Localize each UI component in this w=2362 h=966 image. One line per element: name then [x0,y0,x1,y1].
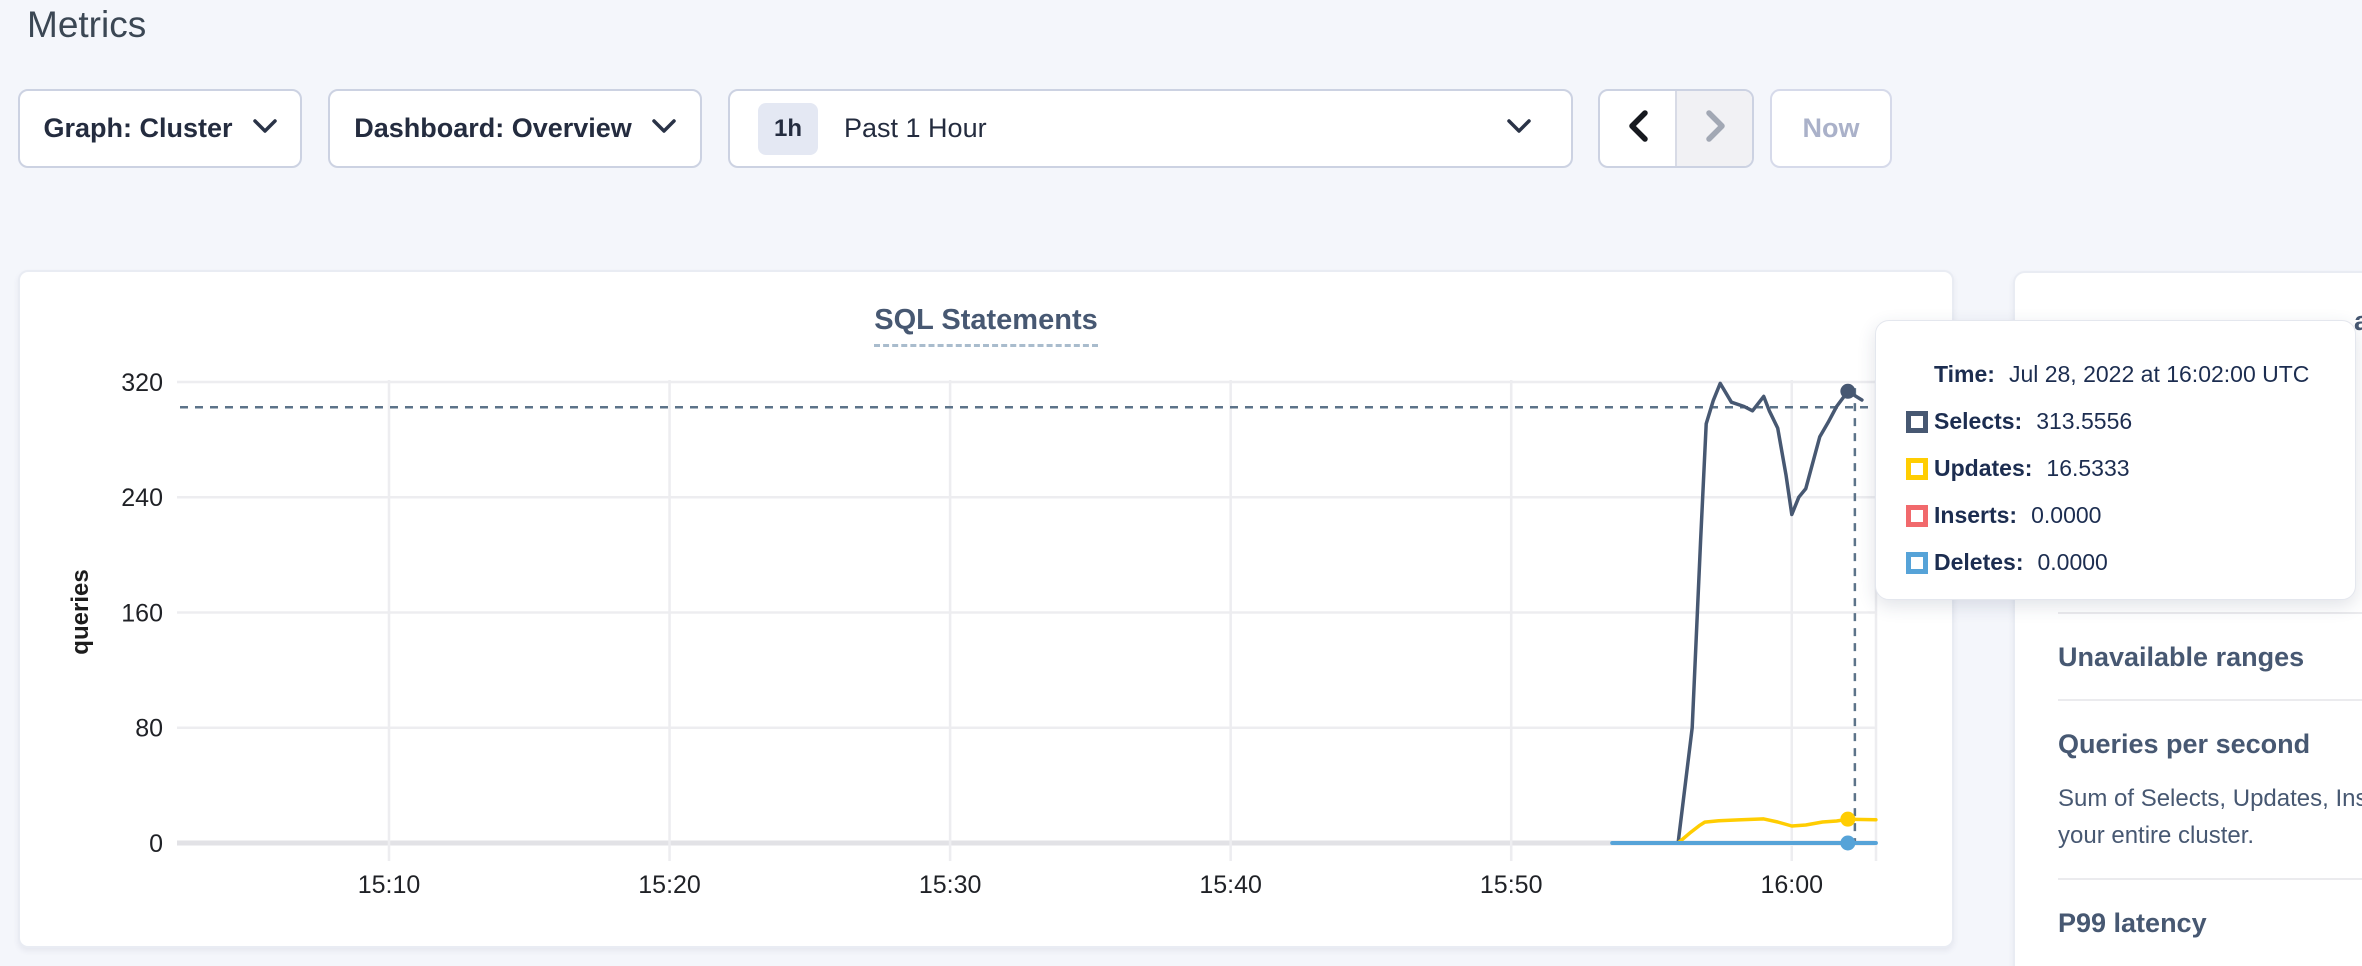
y-axis-label: queries [67,569,94,654]
tooltip-series-label: Updates: [1934,455,2032,481]
graph-dropdown[interactable]: Graph: Cluster [18,89,302,168]
series-color-swatch [1906,505,1928,527]
tooltip-series-value: 313.5556 [2036,408,2132,434]
time-range-label: Past 1 Hour [844,113,987,144]
now-button: Now [1770,89,1892,168]
time-step-buttons [1598,89,1754,168]
tooltip-row-selects: Selects: 313.5556 [1876,398,2355,445]
time-range-badge: 1h [758,103,818,155]
y-tick-label: 0 [149,830,163,858]
chevron-right-icon [1701,108,1729,149]
metrics-page: Metrics Graph: Cluster Dashboard: Overvi… [0,0,2362,966]
time-range-dropdown[interactable]: 1h Past 1 Hour [728,89,1573,168]
sidebar-heading-queries-per-second[interactable]: Queries per second [2058,729,2362,760]
tooltip-time-row: Time: Jul 28, 2022 at 16:02:00 UTC [1876,351,2355,398]
y-tick-label: 80 [135,715,163,743]
series-color-swatch [1906,411,1928,433]
next-time-button-disabled [1675,91,1752,166]
series-color-swatch [1906,552,1928,574]
series-color-swatch [1906,458,1928,480]
y-tick-label: 240 [121,484,163,512]
tooltip-row-updates: Updates: 16.5333 [1876,445,2355,492]
sidebar-sections: Unavailable ranges Queries per second Sum … [2058,612,2362,965]
tooltip-series-label: Inserts: [1934,502,2017,528]
sidebar-divider [2058,699,2362,701]
tooltip-series-label: Deletes: [1934,549,2023,575]
sidebar-heading-p99-latency[interactable]: P99 latency [2058,908,2362,939]
sidebar-description: Sum of Selects, Updates, Inseryour entir… [2058,780,2362,854]
chevron-down-icon [1507,119,1531,139]
tooltip-series-value: 16.5333 [2046,455,2129,481]
x-tick-label: 15:20 [638,871,701,899]
x-tick-label: 16:00 [1760,871,1823,899]
chevron-down-icon [253,119,277,139]
tooltip-row-inserts: Inserts: 0.0000 [1876,492,2355,539]
page-title: Metrics [27,4,146,46]
dashboard-dropdown[interactable]: Dashboard: Overview [328,89,702,168]
sidebar-heading-unavailable-ranges[interactable]: Unavailable ranges [2058,642,2362,673]
x-tick-label: 15:40 [1199,871,1262,899]
selects-point-marker [1840,384,1855,399]
sidebar-divider [2058,612,2362,614]
y-tick-label: 320 [121,369,163,397]
tooltip-series-value: 0.0000 [2037,549,2107,575]
chevron-left-icon [1624,108,1652,149]
x-tick-label: 15:10 [358,871,421,899]
sidebar-divider [2058,878,2362,880]
x-tick-label: 15:30 [919,871,982,899]
previous-time-button[interactable] [1600,91,1675,166]
graph-dropdown-label: Graph: Cluster [43,113,232,144]
chart-hover-tooltip: Time: Jul 28, 2022 at 16:02:00 UTC Select… [1875,320,2356,600]
sql-statements-chart[interactable]: 0 80 160 240 320 15:10 15:20 15:30 15:40 15:50 16:… [18,270,1954,950]
tooltip-series-value: 0.0000 [2031,502,2101,528]
updates-point-marker [1840,812,1855,827]
y-tick-label: 160 [121,599,163,627]
deletes-point-marker [1840,836,1855,851]
x-tick-label: 15:50 [1480,871,1543,899]
tooltip-time-value: Jul 28, 2022 at 16:02:00 UTC [2009,361,2309,387]
chevron-down-icon [652,119,676,139]
tooltip-series-label: Selects: [1934,408,2022,434]
dashboard-dropdown-label: Dashboard: Overview [354,113,632,144]
tooltip-time-label: Time: [1934,361,1995,387]
tooltip-row-deletes: Deletes: 0.0000 [1876,539,2355,586]
